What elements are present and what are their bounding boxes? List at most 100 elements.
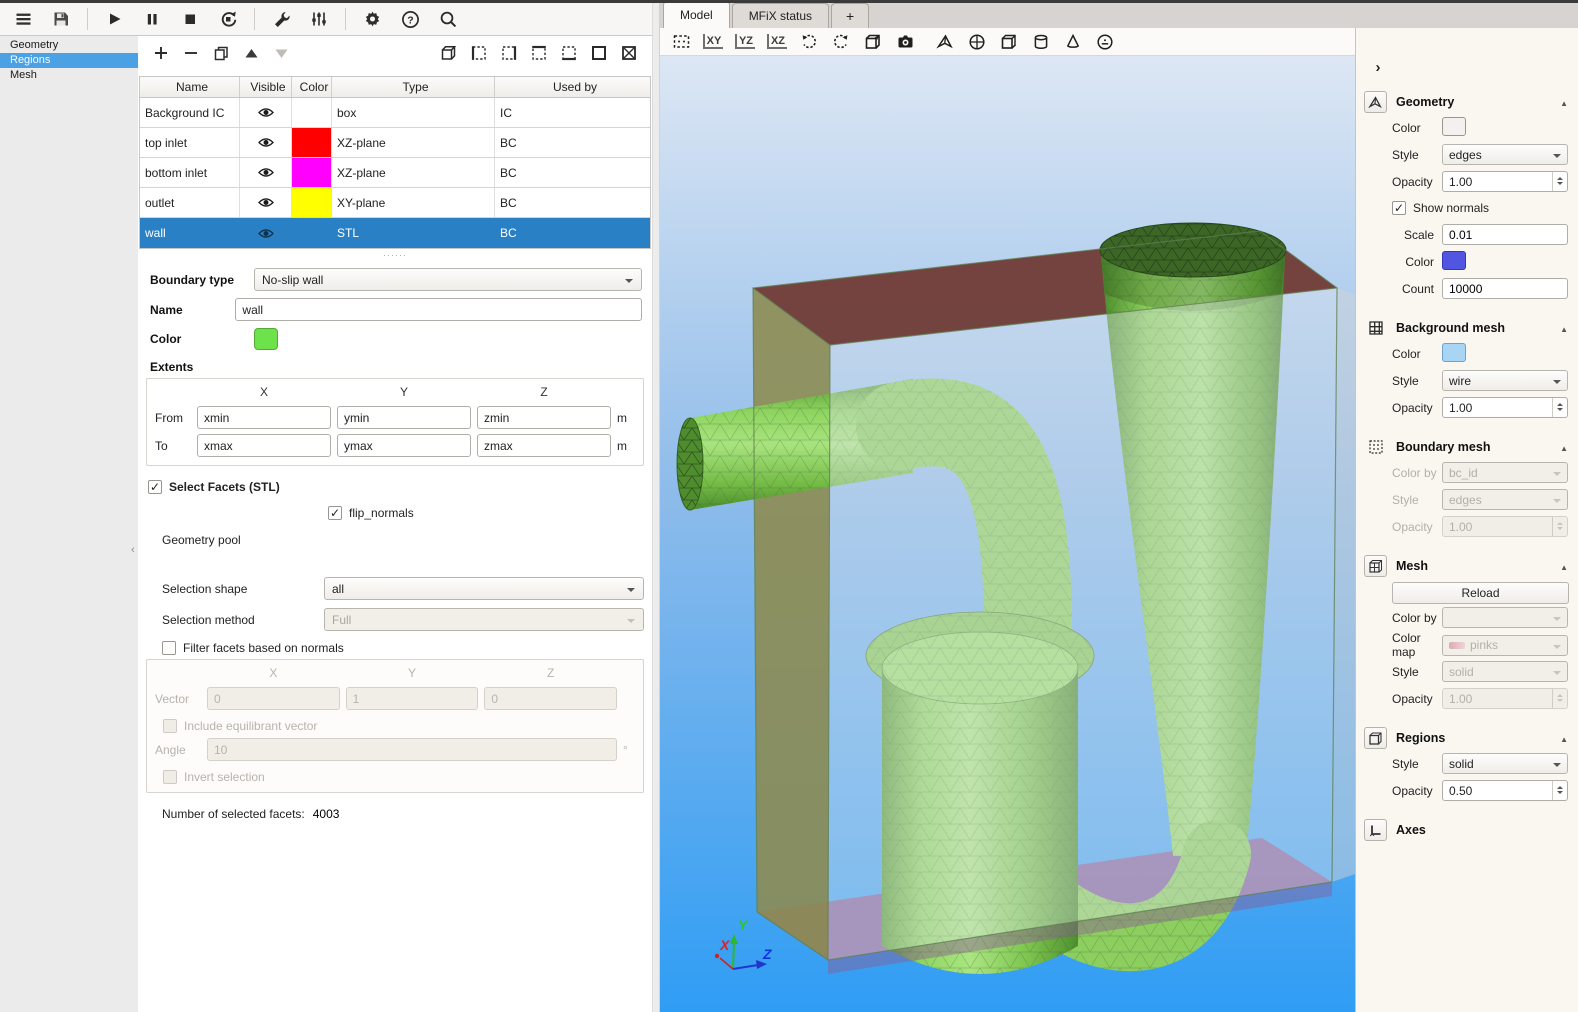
add-tab-button[interactable]: + (831, 3, 869, 28)
tab-mfix-status[interactable]: MFiX status (732, 3, 829, 28)
search-button[interactable] (431, 5, 465, 33)
to-y-input[interactable] (337, 434, 471, 457)
add-region-button[interactable] (150, 43, 172, 63)
background-mesh-color-swatch[interactable] (1442, 343, 1466, 362)
table-row-top-inlet[interactable]: top inlet XZ-plane BC (140, 128, 650, 158)
reset-view-button[interactable] (666, 30, 696, 54)
table-form-splitter[interactable] (138, 249, 652, 261)
save-button[interactable] (44, 5, 78, 33)
table-row-bottom-inlet[interactable]: bottom inlet XZ-plane BC (140, 158, 650, 188)
cell-color[interactable] (292, 218, 332, 248)
geometry-opacity-spinbox[interactable]: 1.00 (1442, 171, 1568, 192)
spin-arrows[interactable] (1552, 781, 1567, 800)
toggle-axes-button[interactable] (962, 30, 992, 54)
spin-arrows[interactable] (1552, 398, 1567, 417)
geometry-panel-icon-button[interactable] (1364, 91, 1387, 113)
tab-model[interactable]: Model (663, 1, 730, 28)
vertical-splitter[interactable] (652, 0, 660, 1012)
collapse-arrow-icon[interactable] (1560, 95, 1568, 109)
spin-arrows[interactable] (1552, 172, 1567, 191)
select-facets-checkbox[interactable] (148, 480, 162, 494)
duplicate-region-button[interactable] (210, 43, 232, 63)
region-color-swatch[interactable] (254, 328, 278, 350)
table-row-background-ic[interactable]: Background IC box IC (140, 98, 650, 128)
regions-opacity-spinbox[interactable]: 0.50 (1442, 780, 1568, 801)
new-xy-plane-button[interactable] (588, 43, 610, 63)
visibility-toggle[interactable] (240, 188, 292, 217)
background-mesh-panel-header[interactable]: Background mesh (1356, 316, 1578, 340)
new-box-region-button[interactable] (438, 43, 460, 63)
sidebar-expand-button[interactable] (1368, 58, 1388, 76)
axes-panel-header[interactable]: Axes (1356, 818, 1578, 842)
nav-item-geometry[interactable]: Geometry (0, 38, 138, 53)
cell-color[interactable] (292, 158, 332, 187)
mesh-reload-button[interactable]: Reload (1392, 582, 1569, 604)
collapse-arrow-icon[interactable] (1560, 440, 1568, 454)
collapse-arrow-icon[interactable] (1560, 559, 1568, 573)
table-row-outlet[interactable]: outlet XY-plane BC (140, 188, 650, 218)
visibility-toggle[interactable] (240, 128, 292, 157)
background-mesh-opacity-spinbox[interactable]: 1.00 (1442, 397, 1568, 418)
table-row-wall[interactable]: wall STL BC (140, 218, 650, 248)
boundary-mesh-panel-header[interactable]: Boundary mesh (1356, 435, 1578, 459)
collapse-arrow-icon[interactable] (1560, 731, 1568, 745)
toggle-geometry-button[interactable] (930, 30, 960, 54)
toggle-box-region-button[interactable] (994, 30, 1024, 54)
new-stl-region-button[interactable] (618, 43, 640, 63)
from-y-input[interactable] (337, 406, 471, 429)
regions-style-combobox[interactable]: solid (1442, 753, 1568, 774)
filter-facets-checkbox[interactable] (162, 641, 176, 655)
view-xz-button[interactable]: XZ (762, 30, 792, 54)
new-xz-plane-top-button[interactable] (528, 43, 550, 63)
remove-region-button[interactable] (180, 43, 202, 63)
view-xy-button[interactable]: XY (698, 30, 728, 54)
collapse-arrow-icon[interactable] (1560, 321, 1568, 335)
normals-scale-input[interactable] (1442, 224, 1568, 245)
visibility-toggle[interactable] (240, 158, 292, 187)
new-xz-plane-bottom-button[interactable] (558, 43, 580, 63)
toggle-cone-region-button[interactable] (1058, 30, 1088, 54)
build-button[interactable] (264, 5, 298, 33)
toggle-visibility-button[interactable] (1090, 30, 1120, 54)
to-x-input[interactable] (197, 434, 331, 457)
boundary-type-combobox[interactable]: No-slip wall (254, 268, 642, 291)
flip-normals-checkbox[interactable] (328, 506, 342, 520)
show-normals-checkbox[interactable] (1392, 201, 1406, 215)
nav-item-regions[interactable]: Regions (0, 53, 138, 68)
run-button[interactable] (97, 5, 131, 33)
stop-button[interactable] (173, 5, 207, 33)
normals-color-swatch[interactable] (1442, 251, 1466, 270)
perspective-toggle-button[interactable] (858, 30, 888, 54)
cell-color[interactable] (292, 98, 332, 127)
mesh-panel-header[interactable]: Mesh (1356, 554, 1578, 578)
mesh-panel-icon-button[interactable] (1364, 555, 1387, 577)
pause-button[interactable] (135, 5, 169, 33)
menu-button[interactable] (6, 5, 40, 33)
geometry-color-swatch[interactable] (1442, 117, 1466, 136)
move-down-button[interactable] (270, 43, 292, 63)
from-x-input[interactable] (197, 406, 331, 429)
vtk-viewport[interactable]: Y X Z (660, 56, 1355, 1012)
visibility-toggle[interactable] (240, 98, 292, 127)
regions-panel-header[interactable]: Regions (1356, 726, 1578, 750)
screenshot-button[interactable] (890, 30, 920, 54)
selection-shape-combobox[interactable]: all (324, 577, 644, 600)
move-up-button[interactable] (240, 43, 262, 63)
rotate-right-button[interactable] (826, 30, 856, 54)
normals-count-input[interactable] (1442, 278, 1568, 299)
cell-color[interactable] (292, 128, 332, 157)
view-yz-button[interactable]: YZ (730, 30, 760, 54)
panel-collapse-handle[interactable] (131, 544, 135, 556)
new-yz-plane-min-button[interactable] (468, 43, 490, 63)
toggle-cylinder-region-button[interactable] (1026, 30, 1056, 54)
name-input[interactable] (235, 298, 642, 321)
reset-button[interactable] (211, 5, 245, 33)
from-z-input[interactable] (477, 406, 611, 429)
axes-panel-icon-button[interactable] (1364, 819, 1387, 841)
cell-color[interactable] (292, 188, 332, 217)
geometry-style-combobox[interactable]: edges (1442, 144, 1568, 165)
nav-item-mesh[interactable]: Mesh (0, 68, 138, 83)
help-button[interactable]: ? (393, 5, 427, 33)
regions-panel-icon-button[interactable] (1364, 727, 1387, 749)
geometry-panel-header[interactable]: Geometry (1356, 90, 1578, 114)
